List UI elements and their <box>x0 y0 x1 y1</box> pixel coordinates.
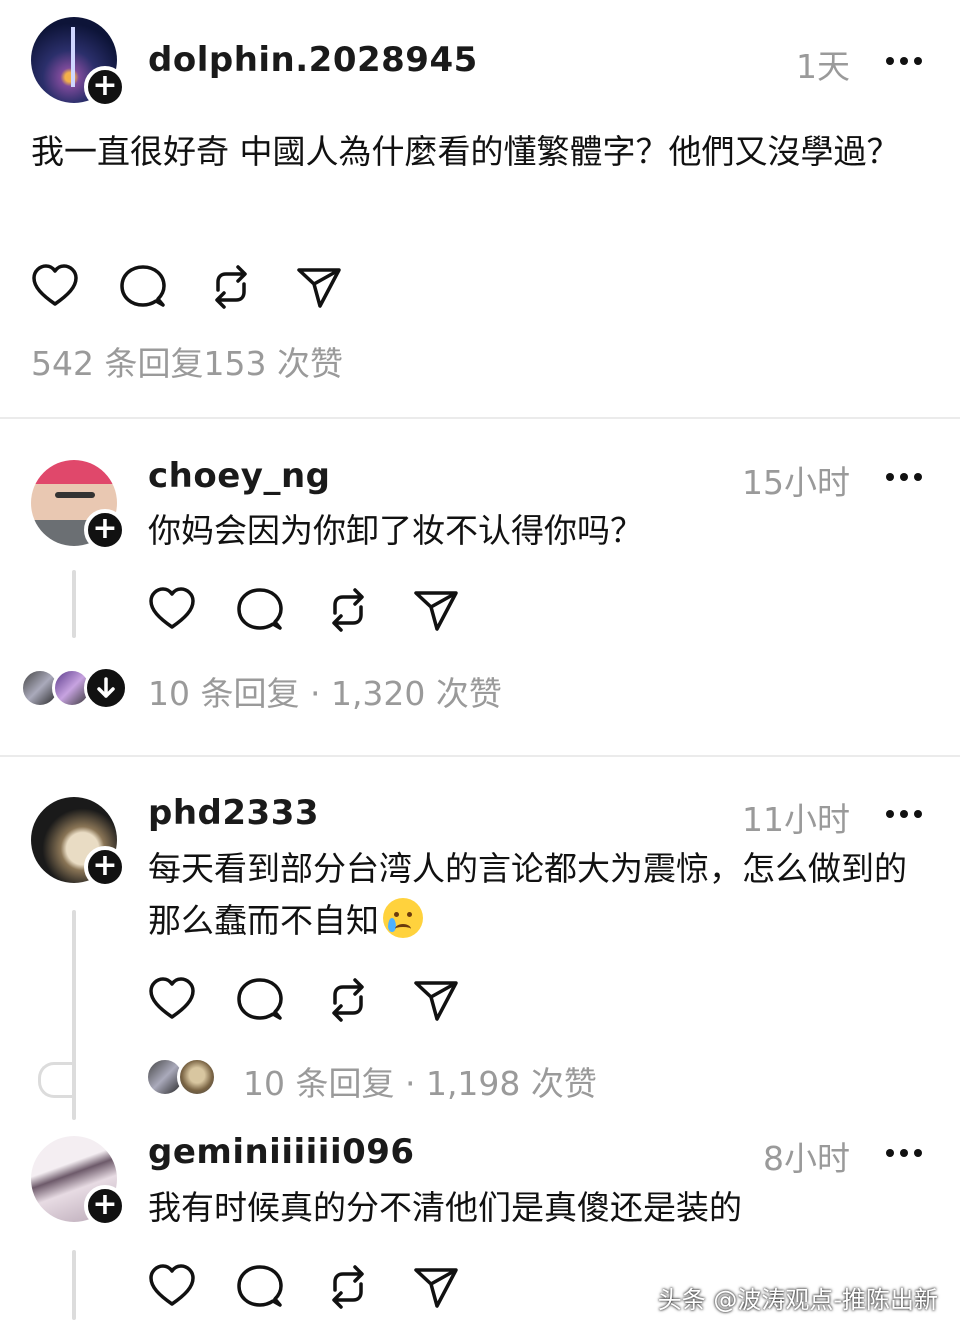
expand-replies-button[interactable] <box>84 666 128 710</box>
like-button[interactable] <box>147 975 197 1025</box>
comment-text-content: 每天看到部分台湾人的言论都大为震惊，怎么做到的那么蠢而不自知 <box>148 849 907 940</box>
share-button[interactable] <box>294 262 344 312</box>
comment-stats[interactable]: 10 条回复 · 1,320 次赞 <box>148 667 502 715</box>
like-button[interactable] <box>147 1262 197 1312</box>
repost-button[interactable] <box>206 262 256 312</box>
reply-button[interactable] <box>235 585 285 635</box>
comment-time: 15小时 <box>742 463 850 502</box>
repost-button[interactable] <box>323 585 373 635</box>
more-dots-icon[interactable] <box>886 803 926 823</box>
comment-stats[interactable]: 10 条回复 · 1,198 次赞 <box>243 1057 597 1105</box>
reply-button[interactable] <box>118 262 168 312</box>
send-icon <box>414 591 458 631</box>
repost-icon <box>332 1265 364 1309</box>
comment-username[interactable]: choey_ng <box>148 456 330 496</box>
heart-icon <box>149 1264 195 1306</box>
divider <box>0 755 960 757</box>
heart-icon <box>32 264 78 306</box>
replier-avatar <box>177 1057 217 1097</box>
comment-text: 我有时候真的分不清他们是真傻还是装的 <box>148 1188 742 1227</box>
divider <box>0 417 960 419</box>
post-time: 1天 <box>796 47 850 86</box>
follow-button[interactable]: + <box>84 509 126 551</box>
watermark: 头条 @波涛观点-推陈出新 <box>657 1286 938 1314</box>
post-stats[interactable]: 542 条回复153 次赞 <box>31 337 343 385</box>
repost-icon <box>332 588 364 632</box>
post-username[interactable]: dolphin.2028945 <box>148 40 478 80</box>
comment-bubble-icon <box>237 1265 283 1307</box>
follow-button[interactable]: + <box>84 1185 126 1227</box>
more-dots-icon[interactable] <box>886 50 926 70</box>
post-text: 我一直很好奇 中國人為什麼看的懂繁體字？他們又沒學過？ <box>31 132 900 171</box>
thread-curve <box>38 1062 75 1098</box>
follow-button[interactable]: + <box>84 66 126 108</box>
heart-icon <box>149 977 195 1019</box>
share-button[interactable] <box>411 1262 461 1312</box>
comment-text: 每天看到部分台湾人的言论都大为震惊，怎么做到的那么蠢而不自知 <box>148 843 923 947</box>
send-icon <box>414 981 458 1021</box>
chevron-down-icon <box>97 677 115 698</box>
like-button[interactable] <box>30 262 80 312</box>
repost-icon <box>332 978 364 1022</box>
reply-button[interactable] <box>235 975 285 1025</box>
send-icon <box>297 268 341 308</box>
comment-username[interactable]: phd2333 <box>148 793 319 833</box>
comment-text: 你妈会因为你卸了妆不认得你吗？ <box>148 511 643 550</box>
more-dots-icon[interactable] <box>886 466 926 486</box>
share-button[interactable] <box>411 975 461 1025</box>
repost-button[interactable] <box>323 1262 373 1312</box>
thread-line <box>72 570 76 638</box>
comment-time: 8小时 <box>763 1139 850 1178</box>
share-button[interactable] <box>411 585 461 635</box>
repost-button[interactable] <box>323 975 373 1025</box>
heart-icon <box>149 587 195 629</box>
like-button[interactable] <box>147 585 197 635</box>
thread-line <box>72 1250 76 1320</box>
comment-bubble-icon <box>237 978 283 1020</box>
reply-button[interactable] <box>235 1262 285 1312</box>
comment-username[interactable]: geminiiiiii096 <box>148 1132 415 1172</box>
comment-time: 11小时 <box>742 800 850 839</box>
follow-button[interactable]: + <box>84 846 126 888</box>
send-icon <box>414 1268 458 1308</box>
repost-icon <box>215 265 247 309</box>
comment-bubble-icon <box>120 265 166 307</box>
crying-face-icon <box>383 898 423 938</box>
more-dots-icon[interactable] <box>886 1142 926 1162</box>
comment-bubble-icon <box>237 588 283 630</box>
